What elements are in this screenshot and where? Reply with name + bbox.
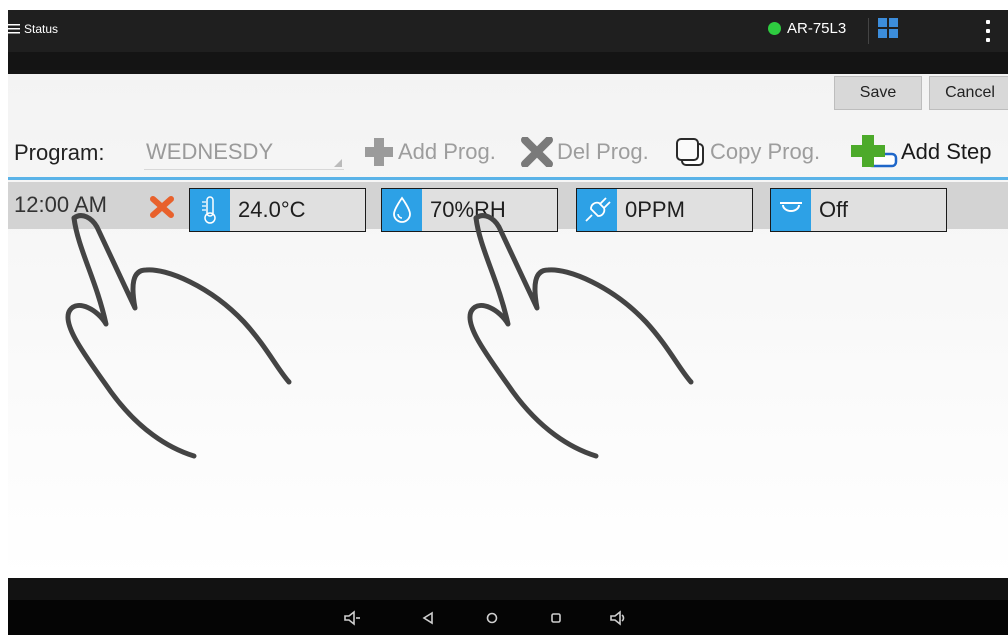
step-row: 12:00 AM 24.0°C 70%RH 0PPM Off [8, 182, 1008, 232]
back-icon[interactable] [418, 608, 438, 628]
home-icon[interactable] [482, 608, 502, 628]
volume-down-icon[interactable] [342, 608, 362, 628]
windows-icon[interactable] [878, 18, 898, 38]
water-drop-icon [382, 189, 422, 231]
delete-step-icon[interactable] [149, 196, 175, 218]
dropdown-arrow-icon [334, 159, 342, 167]
add-program-label: Add Prog. [398, 139, 496, 164]
hand-pointer-icon [467, 213, 694, 459]
device-name: AR-75L3 [787, 20, 847, 37]
volume-up-icon[interactable] [608, 608, 628, 628]
light-value: Off [819, 197, 848, 222]
program-select-value: WEDNESDY [146, 138, 274, 164]
program-editor: Save Cancel Program: WEDNESDY Add Prog. … [8, 74, 1008, 578]
overflow-menu-icon[interactable] [986, 20, 990, 42]
save-button[interactable]: Save [834, 76, 922, 110]
status-menu-label: Status [24, 22, 59, 36]
device-screen: Status AR-75L3 Save Cancel Program: WEDN… [8, 10, 1008, 635]
thermometer-icon [190, 189, 230, 231]
humidity-value: 70%RH [430, 197, 506, 222]
delete-program-label: Del Prog. [557, 139, 649, 164]
light-field[interactable]: Off [770, 188, 947, 232]
status-menu-button[interactable]: Status [8, 22, 58, 36]
device-connection[interactable]: AR-75L3 [768, 20, 846, 37]
status-bar: Status AR-75L3 [8, 10, 1008, 52]
add-program-button[interactable]: Add Prog. [363, 134, 496, 170]
add-step-button[interactable]: Add Step [848, 134, 992, 170]
copy-program-label: Copy Prog. [710, 139, 821, 164]
humidity-field[interactable]: 70%RH [381, 188, 558, 232]
delete-program-button[interactable]: Del Prog. [520, 134, 649, 170]
temperature-field[interactable]: 24.0°C [189, 188, 366, 232]
footer-decoration [8, 578, 1008, 600]
copy-icon [676, 138, 704, 166]
section-divider [8, 177, 1008, 180]
temperature-value: 24.0°C [238, 197, 306, 222]
plug-icon [577, 189, 617, 231]
light-icon [771, 189, 811, 231]
program-label: Program: [14, 140, 105, 165]
program-select[interactable]: WEDNESDY [144, 134, 344, 170]
menu-icon [8, 24, 20, 34]
delete-x-icon [521, 137, 553, 167]
divider [868, 18, 869, 44]
add-step-label: Add Step [901, 139, 992, 164]
plus-icon [365, 138, 393, 166]
cancel-button[interactable]: Cancel [929, 76, 1008, 110]
connection-dot-icon [768, 22, 781, 35]
step-time[interactable]: 12:00 AM [14, 192, 107, 218]
hand-pointer-icon [65, 213, 292, 459]
copy-program-button[interactable]: Copy Prog. [673, 134, 820, 170]
add-step-icon [851, 135, 898, 168]
system-nav-bar [8, 600, 1008, 635]
recents-icon[interactable] [546, 608, 566, 628]
co2-value: 0PPM [625, 197, 685, 222]
co2-field[interactable]: 0PPM [576, 188, 753, 232]
header-decoration [8, 52, 1008, 74]
